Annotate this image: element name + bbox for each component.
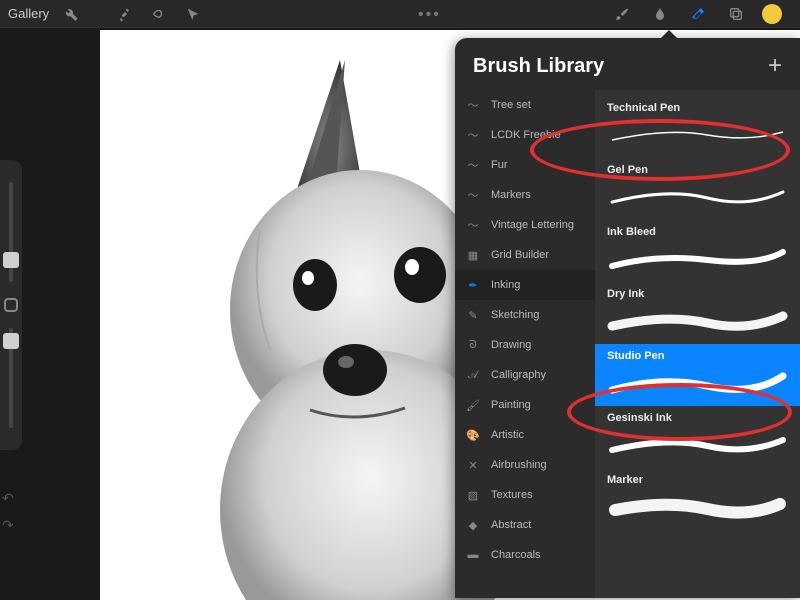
palette-icon: 🎨 xyxy=(465,427,481,443)
brush-technical-pen[interactable]: Technical Pen xyxy=(595,96,800,158)
add-brush-button[interactable]: + xyxy=(768,52,782,80)
category-charcoals[interactable]: ▬Charcoals xyxy=(455,540,595,570)
category-textures[interactable]: ▨Textures xyxy=(455,480,595,510)
wrench-icon[interactable] xyxy=(59,2,83,26)
more-dots-icon[interactable]: ••• xyxy=(418,6,441,24)
category-painting[interactable]: 🖌Painting xyxy=(455,390,595,420)
brush-set-icon: 〜 xyxy=(465,127,481,143)
brush-set-icon: 〜 xyxy=(465,217,481,233)
brush-ink-bleed[interactable]: Ink Bleed xyxy=(595,220,800,282)
brush-dry-ink[interactable]: Dry Ink xyxy=(595,282,800,344)
brush-size-slider[interactable] xyxy=(9,182,13,282)
opacity-slider[interactable] xyxy=(9,328,13,428)
category-calligraphy[interactable]: 𝒜Calligraphy xyxy=(455,360,595,390)
undo-icon[interactable]: ↶ xyxy=(2,490,14,507)
color-chip[interactable] xyxy=(762,4,782,24)
abstract-icon: ◆ xyxy=(465,517,481,533)
panel-title: Brush Library xyxy=(473,55,604,78)
category-tree-set[interactable]: 〜Tree set xyxy=(455,90,595,120)
category-sketching[interactable]: ✎Sketching xyxy=(455,300,595,330)
grid-icon: ▦ xyxy=(465,247,481,263)
brush-set-icon: 〜 xyxy=(465,187,481,203)
modifier-button[interactable] xyxy=(4,298,18,312)
calligraphy-icon: 𝒜 xyxy=(465,367,481,383)
charcoal-icon: ▬ xyxy=(465,547,481,563)
eraser-icon[interactable] xyxy=(686,2,710,26)
paint-icon: 🖌 xyxy=(465,397,481,413)
category-grid[interactable]: ▦Grid Builder xyxy=(455,240,595,270)
brush-preview xyxy=(607,490,788,524)
brush-marker[interactable]: Marker xyxy=(595,468,800,530)
texture-icon: ▨ xyxy=(465,487,481,503)
brush-library-panel: Brush Library + 〜Tree set 〜LCDK Freebie … xyxy=(455,38,800,598)
brush-icon[interactable] xyxy=(610,2,634,26)
brush-gesinski[interactable]: Gesinski Ink xyxy=(595,406,800,468)
airbrush-icon: ✕ xyxy=(465,457,481,473)
brush-preview xyxy=(607,118,788,152)
redo-icon[interactable]: ↷ xyxy=(2,517,14,534)
category-airbrushing[interactable]: ✕Airbrushing xyxy=(455,450,595,480)
category-lcdk[interactable]: 〜LCDK Freebie xyxy=(455,120,595,150)
layers-icon[interactable] xyxy=(724,2,748,26)
brush-set-icon: 〜 xyxy=(465,157,481,173)
undo-redo: ↶ ↷ xyxy=(2,490,14,534)
ink-icon: ✒ xyxy=(465,277,481,293)
brush-set-icon: 〜 xyxy=(465,97,481,113)
category-artistic[interactable]: 🎨Artistic xyxy=(455,420,595,450)
category-list: 〜Tree set 〜LCDK Freebie 〜Fur 〜Markers 〜V… xyxy=(455,90,595,598)
category-fur[interactable]: 〜Fur xyxy=(455,150,595,180)
top-toolbar: Gallery ••• xyxy=(0,0,800,28)
side-controls xyxy=(0,160,22,450)
wand-icon[interactable] xyxy=(113,2,137,26)
brush-list: Technical Pen Gel Pen Ink Bleed Dry Ink … xyxy=(595,90,800,598)
gallery-button[interactable]: Gallery xyxy=(8,6,49,21)
brush-preview xyxy=(607,304,788,338)
category-drawing[interactable]: ᘐDrawing xyxy=(455,330,595,360)
select-icon[interactable] xyxy=(147,2,171,26)
brush-preview xyxy=(607,366,788,400)
category-inking[interactable]: ✒Inking xyxy=(455,270,595,300)
pencil-icon: ✎ xyxy=(465,307,481,323)
category-abstract[interactable]: ◆Abstract xyxy=(455,510,595,540)
brush-preview xyxy=(607,180,788,214)
category-markers[interactable]: 〜Markers xyxy=(455,180,595,210)
draw-icon: ᘐ xyxy=(465,337,481,353)
brush-studio-pen[interactable]: Studio Pen xyxy=(595,344,800,406)
brush-gel-pen[interactable]: Gel Pen xyxy=(595,158,800,220)
brush-preview xyxy=(607,428,788,462)
cursor-icon[interactable] xyxy=(181,2,205,26)
category-vintage[interactable]: 〜Vintage Lettering xyxy=(455,210,595,240)
brush-preview xyxy=(607,242,788,276)
smudge-icon[interactable] xyxy=(648,2,672,26)
